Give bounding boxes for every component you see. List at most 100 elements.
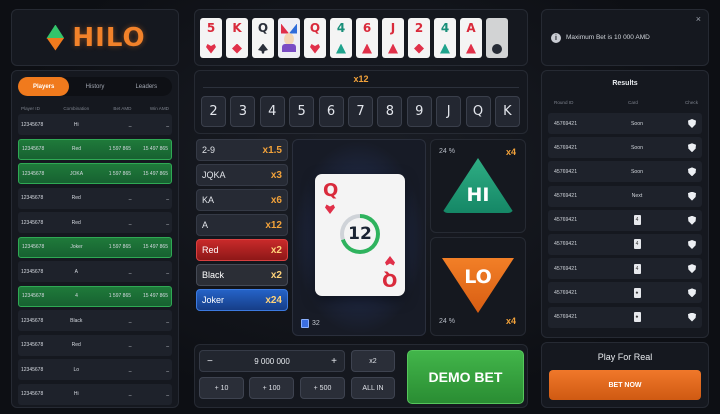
tab-leaders[interactable]: Leaders	[121, 77, 172, 96]
side-bet-jqka[interactable]: JQKA x3	[196, 164, 288, 186]
col-combination: Combination	[63, 105, 90, 111]
shield-check-icon[interactable]	[688, 288, 696, 298]
rank-button-2[interactable]: 2	[201, 96, 226, 127]
combination: Hi	[73, 121, 79, 128]
side-bet-2-9[interactable]: 2-9 x1.5	[196, 139, 288, 161]
rank-button-q[interactable]: Q	[465, 96, 491, 127]
bet-amount: _	[128, 391, 132, 397]
history-card-rank: 4	[336, 20, 346, 35]
combination: Red	[71, 146, 82, 152]
rank-button-j[interactable]: J	[436, 96, 462, 127]
result-card-cell: 4	[604, 263, 670, 274]
shield-check-icon[interactable]	[688, 239, 696, 249]
win-amount: 15 497 865	[142, 170, 168, 177]
check-cell	[670, 264, 696, 274]
rank-button-7[interactable]: 7	[347, 96, 373, 127]
rank-button-8[interactable]: 8	[377, 96, 403, 127]
tri-green-icon	[336, 43, 346, 54]
club-icon	[492, 43, 502, 54]
side-bet-red[interactable]: Red x2	[196, 239, 288, 261]
side-bet-label: Black	[202, 270, 225, 280]
bet-now-button[interactable]: BET NOW	[549, 370, 701, 400]
combination: JOKA	[69, 170, 84, 177]
results-title: Results	[612, 80, 638, 87]
tab-history[interactable]: History	[69, 77, 120, 96]
shield-check-icon[interactable]	[688, 143, 696, 153]
demo-bet-button[interactable]: DEMO BET	[407, 350, 524, 404]
tab-players[interactable]: Players	[18, 77, 70, 96]
bet-amount: _	[128, 268, 132, 275]
player-id: 12345678	[21, 391, 44, 397]
shield-check-icon[interactable]	[688, 191, 696, 201]
win-amount: _	[166, 317, 170, 324]
bet-amount: _	[128, 195, 132, 201]
check-cell	[670, 167, 696, 177]
check-cell	[670, 312, 696, 322]
side-bet-joker[interactable]: Joker x24	[196, 289, 288, 311]
deck-count: 32	[301, 319, 320, 328]
card-rank-bottom: Q	[381, 269, 397, 290]
history-card: 4	[330, 17, 352, 58]
result-status: Soon	[630, 120, 644, 127]
table-row: 12345678 Black _ _	[18, 310, 172, 331]
player-id: 12345678	[21, 366, 44, 373]
logo-panel: HILO	[11, 9, 179, 66]
shield-check-icon[interactable]	[688, 312, 696, 322]
bet-controls: − 9 000 000 + x2 + 10 + 100 + 500 ALL IN…	[194, 344, 528, 408]
rank-button-3[interactable]: 3	[230, 96, 256, 127]
player-id: 12345678	[22, 244, 45, 250]
player-id: 12345678	[21, 317, 44, 324]
history-card	[278, 17, 300, 58]
side-bet-ka[interactable]: KA x6	[196, 189, 288, 211]
side-bet-multiplier: x24	[265, 294, 282, 306]
result-card-cell: Soon	[604, 145, 670, 151]
side-bet-a[interactable]: Ax12	[196, 214, 288, 236]
players-table-header: Player ID Combination Bet AMD Win AMD	[18, 102, 172, 114]
rank-button-5[interactable]: 5	[289, 96, 315, 127]
win-amount: _	[166, 342, 170, 348]
bet-amount: 1 597 865	[108, 293, 132, 299]
round-id: 45769421	[554, 144, 578, 151]
players-table-body: 12345678 Hi _ _ 12345678 Red 1 597 865 15 497 8…	[18, 114, 172, 405]
side-bet-black[interactable]: Black x2	[196, 264, 288, 286]
hi-bet-panel[interactable]: 24 % x4 HI	[430, 139, 526, 233]
shield-check-icon[interactable]	[688, 264, 696, 274]
stake-input[interactable]: − 9 000 000 +	[199, 350, 345, 372]
add-10-button[interactable]: + 10	[199, 377, 244, 399]
round-id: 45769421	[554, 265, 578, 272]
result-card-cell: 4	[604, 239, 670, 250]
add-500-button[interactable]: + 500	[300, 377, 345, 399]
round-id: 45769421	[554, 289, 578, 296]
close-icon[interactable]: ×	[696, 14, 701, 24]
add-100-button[interactable]: + 100	[249, 377, 294, 399]
tri-green-icon	[440, 43, 450, 54]
shield-check-icon[interactable]	[688, 167, 696, 177]
shield-check-icon[interactable]	[688, 215, 696, 225]
lo-bet-panel[interactable]: LO 24 % x4	[430, 237, 526, 336]
result-status: Next	[631, 193, 643, 200]
rank-button-4[interactable]: 4	[259, 96, 285, 127]
rank-button-6[interactable]: 6	[318, 96, 344, 127]
table-row: 12345678 Hi _ _	[18, 114, 172, 135]
hi-percent: 24 %	[439, 148, 455, 155]
combination: Black	[70, 317, 83, 324]
bet-amount: _	[128, 219, 132, 226]
lo-label: LO	[464, 266, 492, 288]
side-bet-label: A	[202, 220, 209, 230]
player-id: 12345678	[21, 219, 44, 226]
shield-check-icon[interactable]	[688, 119, 696, 128]
side-bet-multiplier: x12	[265, 219, 282, 231]
history-card-rank: 5	[206, 20, 216, 35]
double-button[interactable]: x2	[351, 350, 395, 372]
increase-button[interactable]: +	[331, 356, 337, 367]
deck-count-value: 32	[312, 320, 320, 327]
result-row: 45769421 4	[548, 258, 702, 280]
rank-button-9[interactable]: 9	[406, 96, 432, 127]
col-win: Win AMD	[149, 105, 170, 111]
decrease-button[interactable]: −	[207, 356, 213, 367]
result-row: 45769421 Soon	[548, 113, 702, 134]
rank-button-k[interactable]: K	[494, 96, 520, 127]
all-in-button[interactable]: ALL IN	[351, 377, 395, 399]
table-row: 12345678 Hi _ _	[18, 383, 172, 405]
lo-percent: 24 %	[439, 318, 455, 325]
